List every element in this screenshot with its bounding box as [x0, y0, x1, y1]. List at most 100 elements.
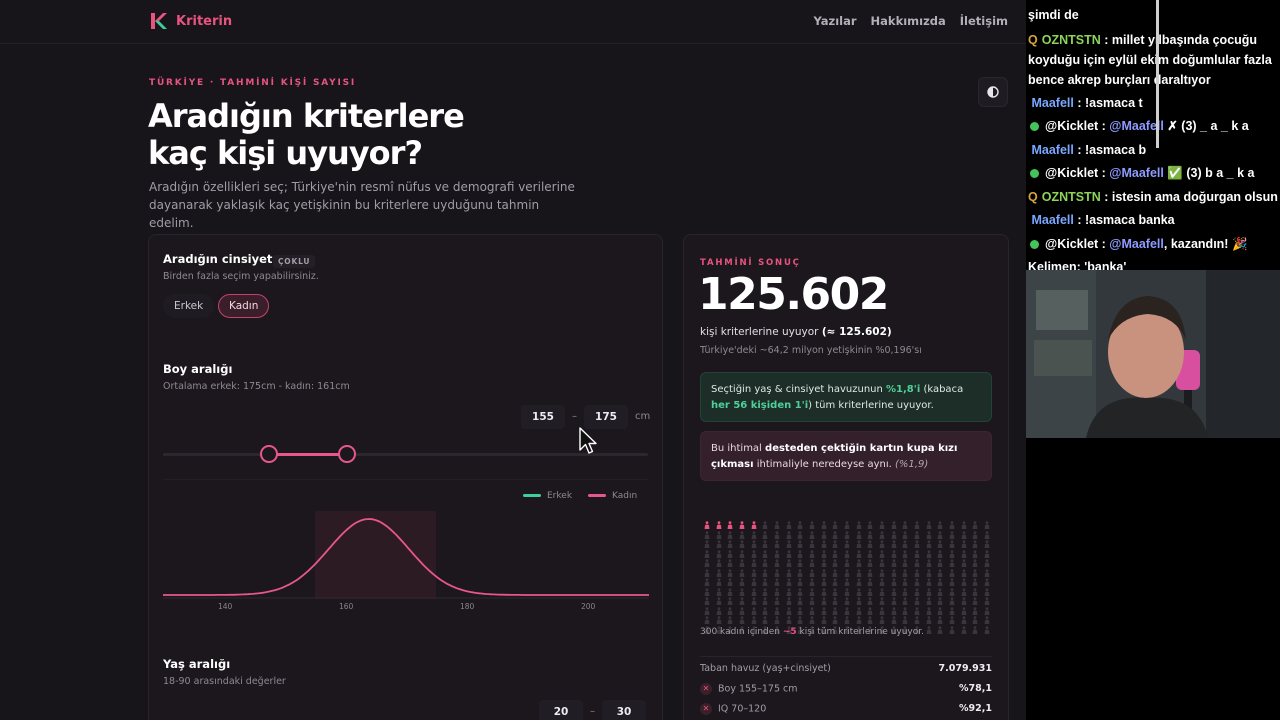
height-slider-max-handle[interactable]	[338, 445, 356, 463]
person-icon	[853, 578, 865, 587]
pool-card-text-3: ) tüm kriterlerine uyuyor.	[808, 400, 934, 411]
page-title-line-2: kaç kişi uyuyor?	[148, 134, 423, 172]
page-title-line-1: Aradığın kriterlere	[148, 97, 465, 135]
gender-section-note: Birden fazla seçim yapabilirsiniz.	[163, 271, 319, 282]
person-icon	[818, 540, 830, 549]
person-icon	[958, 597, 970, 606]
person-icon	[864, 530, 876, 540]
person-icon	[713, 530, 725, 540]
person-icon	[911, 616, 923, 625]
gender-chip-erkek[interactable]: Erkek	[163, 294, 215, 318]
person-icon	[701, 559, 713, 568]
person-icon	[736, 578, 748, 587]
age-range-dash: –	[590, 706, 595, 717]
height-slider-track[interactable]	[163, 453, 648, 456]
person-icon	[934, 587, 946, 597]
person-icon	[946, 568, 958, 578]
person-icon	[818, 568, 830, 578]
person-icon	[911, 559, 923, 568]
person-icon	[888, 568, 900, 578]
nav-link-hakkimizda[interactable]: Hakkımızda	[871, 14, 946, 28]
person-icon	[748, 606, 760, 616]
nav-link-yazilar[interactable]: Yazılar	[813, 14, 856, 28]
person-icon	[748, 578, 760, 587]
chat-mention: @Maafell	[1109, 236, 1164, 251]
person-icon	[946, 578, 958, 587]
person-icon	[934, 568, 946, 578]
chat-mention: @Maafell	[1109, 166, 1164, 180]
person-icon	[923, 625, 935, 635]
webcam-feed	[1026, 270, 1280, 438]
person-icon	[876, 597, 888, 606]
person-icon	[771, 549, 783, 559]
person-icon	[958, 616, 970, 625]
criteria-panel: Aradığın cinsiyet ÇOKLU Birden fazla seç…	[148, 234, 663, 720]
theme-toggle-button[interactable]	[978, 77, 1008, 107]
chat-username: OZNTSTN	[1041, 32, 1101, 47]
person-icon	[748, 616, 760, 625]
person-icon	[934, 625, 946, 635]
person-icon	[841, 540, 853, 549]
gender-chip-kadin[interactable]: Kadın	[218, 294, 270, 318]
person-icon	[853, 587, 865, 597]
person-icon	[981, 549, 993, 559]
stat-value: 7.079.931	[938, 663, 993, 674]
person-match-icon	[701, 521, 713, 530]
chat-line: Maafell : !asmaca banka	[1031, 213, 1175, 227]
person-icon	[748, 568, 760, 578]
person-icon	[864, 521, 876, 530]
person-icon	[783, 578, 795, 587]
person-icon	[736, 597, 748, 606]
legend-item-female	[588, 491, 607, 501]
pool-card-ratio: her 56 kişiden 1'i	[711, 400, 809, 411]
chat-line: Maafell : !asmaca b	[1031, 142, 1147, 157]
brand-name: Kriterin	[176, 13, 233, 29]
remove-criterion-icon[interactable]: ✕	[700, 703, 712, 715]
person-icon	[713, 587, 725, 597]
person-icon	[981, 597, 993, 606]
person-icon	[946, 587, 958, 597]
webcam-image	[1026, 270, 1280, 438]
person-icon	[899, 521, 911, 530]
website: Kriterin Yazılar Hakkımızda İletişim TÜR…	[0, 0, 1026, 720]
person-icon	[724, 597, 736, 606]
person-icon	[969, 625, 981, 635]
chat-message: !asmaca banka	[1084, 213, 1175, 227]
person-icon	[853, 597, 865, 606]
person-icon	[724, 578, 736, 587]
person-icon	[771, 568, 783, 578]
person-icon	[701, 549, 713, 559]
half-circle-icon	[987, 86, 999, 98]
result-panel: TAHMİNİ SONUÇ 125.602 kişi kriterlerine …	[683, 234, 1009, 720]
person-icon	[829, 606, 841, 616]
person-icon	[736, 530, 748, 540]
person-icon	[818, 530, 830, 540]
person-icon	[946, 606, 958, 616]
person-icon	[899, 606, 911, 616]
person-icon	[818, 549, 830, 559]
person-icon	[981, 530, 993, 540]
person-icon	[923, 540, 935, 549]
chat-username: Maafell	[1031, 213, 1074, 227]
person-icon	[853, 606, 865, 616]
age-min-input[interactable]: 20	[539, 700, 583, 720]
person-icon	[759, 597, 771, 606]
person-icon	[981, 625, 993, 635]
remove-criterion-icon[interactable]: ✕	[700, 683, 712, 695]
selected-height-band	[315, 511, 436, 599]
person-icon	[701, 616, 713, 625]
height-slider-min-handle[interactable]	[260, 445, 278, 463]
person-icon	[969, 578, 981, 587]
person-icon	[888, 616, 900, 625]
person-icon	[806, 597, 818, 606]
nav-link-iletisim[interactable]: İletişim	[960, 14, 1008, 28]
age-max-input[interactable]: 30	[602, 700, 646, 720]
stat-value: %78,1	[959, 683, 992, 694]
person-icon	[864, 549, 876, 559]
person-icon	[783, 559, 795, 568]
chat-message: istesin ama doğurgan olsun	[1111, 189, 1278, 204]
person-icon	[701, 597, 713, 606]
height-min-input[interactable]: 155	[521, 405, 565, 429]
person-icon	[736, 616, 748, 625]
brand-logo[interactable]: Kriterin	[150, 12, 232, 30]
